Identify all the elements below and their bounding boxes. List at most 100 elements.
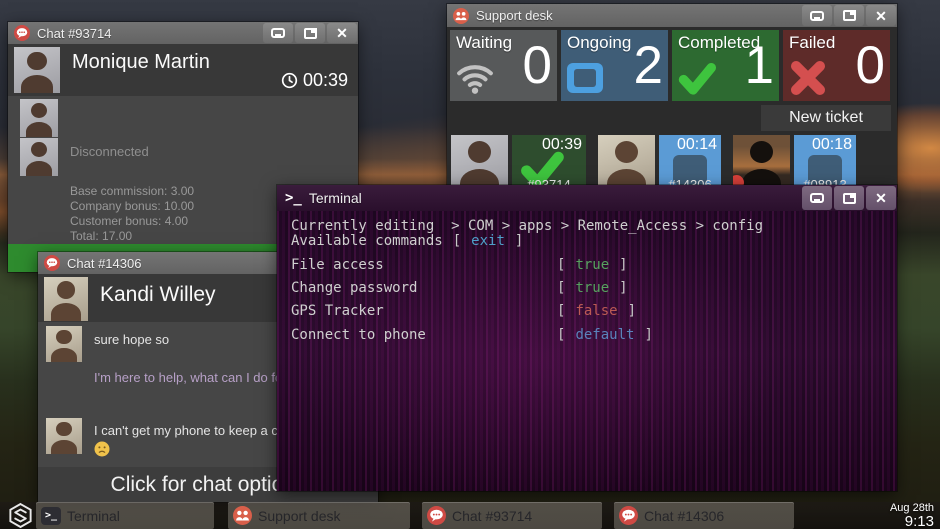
minimize-icon [271,28,285,38]
setting-name: File access [291,257,384,273]
terminal-prompt-icon: >_ [285,190,302,206]
chat-93714-titlebar[interactable]: Chat #93714 ✕ [8,22,358,44]
taskbar-item-chat-93714[interactable]: Chat #93714 [422,502,602,529]
popout-icon [842,192,856,204]
ticket-14306[interactable]: 00:14 #14306 [598,135,721,192]
stat-completed: Completed 1 [672,30,779,101]
summary-line: Total: 17.00 [70,229,133,243]
commission-summary: Base commission: 3.00 Company bonus: 10.… [70,184,194,244]
taskbar: >_ Terminal Support desk Chat #93714 Cha… [0,502,940,529]
setting-name: GPS Tracker [291,303,384,319]
setting-value: [false] [557,303,636,319]
minimize-button[interactable] [802,5,832,26]
chat-icon [427,506,446,525]
window-support-desk: Support desk ✕ Waiting 0 Ongoing 2 Compl… [446,3,898,197]
bracket: ] [619,280,628,296]
stat-value: 2 [633,36,663,95]
wifi-icon [457,65,493,94]
summary-line: Customer bonus: 4.00 [70,214,189,228]
window-title: Chat #14306 [67,255,142,271]
setting-value-text: false [575,303,618,319]
close-button[interactable]: ✕ [327,23,357,43]
commands-label: Available commands [291,233,443,249]
stat-value: 0 [855,36,885,95]
chat-icon [14,25,30,41]
stat-value: 0 [522,36,552,95]
clock-icon [281,72,298,89]
status-message: Disconnected [70,144,149,159]
popout-button[interactable] [295,23,325,43]
minimize-button[interactable] [802,186,832,210]
window-title: Chat #93714 [37,25,112,41]
bracket: ] [627,303,637,319]
window-terminal: >_ Terminal ✕ Currently editing > COM > … [276,184,898,492]
ticket-status-tile: 00:18 #08913 [794,135,856,192]
ticket-93714[interactable]: 00:39 #93714 [451,135,586,192]
sad-emoji-icon [94,441,110,457]
setting-value-text: default [575,327,635,343]
new-ticket-button[interactable]: New ticket [761,105,891,131]
support-desk-icon [453,7,469,24]
setting-value-text: true [575,257,610,273]
setting-name: Change password [291,280,418,296]
ticket-stats: Waiting 0 Ongoing 2 Completed 1 Failed 0 [450,30,890,101]
ticket-avatar [451,135,508,192]
popout-button[interactable] [834,5,864,26]
ticket-avatar [733,135,790,192]
popout-icon [842,10,856,21]
ticket-timer: 00:18 [811,136,852,153]
desktop: Chat #93714 ✕ Monique Martin 00:39 Disco… [0,0,940,529]
stat-waiting: Waiting 0 [450,30,557,101]
stat-ongoing: Ongoing 2 [561,30,668,101]
support-desk-titlebar[interactable]: Support desk ✕ [447,4,897,27]
close-button[interactable]: ✕ [866,5,896,26]
ticket-08913[interactable]: 00:18 #08913 [733,135,856,192]
close-icon: ✕ [336,25,348,41]
setting-value-text: true [575,280,610,296]
message-avatar [20,99,58,137]
customer-name: Monique Martin [72,51,210,73]
summary-line: Company bonus: 10.00 [70,199,195,213]
window-controls: ✕ [799,4,897,27]
popout-button[interactable] [834,186,864,210]
bracket: ] [514,233,524,249]
taskbar-clock: Aug 28th 9:13 [890,503,934,529]
close-button[interactable]: ✕ [866,186,896,210]
stat-label: Ongoing [567,33,632,52]
bracket: ] [619,257,628,273]
taskbar-item-label: Chat #14306 [644,507,725,524]
ticket-status-tile: 00:39 #93714 [512,135,586,192]
taskbar-item-label: Terminal [67,507,120,524]
customer-avatar [44,277,88,321]
window-controls: ✕ [799,185,897,211]
window-controls: ✕ [260,22,358,44]
setting-value: [true] [557,257,628,273]
message-avatar [46,418,82,454]
taskbar-item-terminal[interactable]: >_ Terminal [36,502,214,529]
summary-line: Base commission: 3.00 [70,184,195,198]
stat-label: Waiting [456,33,513,52]
minimize-icon [810,10,824,21]
terminal-titlebar[interactable]: >_ Terminal ✕ [277,185,897,211]
customer-name: Kandi Willey [100,283,216,306]
popout-icon [303,27,317,39]
setting-value: [true] [557,280,628,296]
minimize-button[interactable] [263,23,293,43]
cross-icon [790,60,826,96]
support-desk-icon [233,506,252,525]
taskbar-logo[interactable] [7,502,34,529]
chat-icon [619,506,638,525]
taskbar-item-chat-14306[interactable]: Chat #14306 [614,502,794,529]
close-icon: ✕ [875,7,887,24]
chat-customer-header: Monique Martin 00:39 [8,44,358,96]
message-avatar [20,138,58,176]
close-icon: ✕ [875,190,887,206]
taskbar-item-support-desk[interactable]: Support desk [228,502,410,529]
message-avatar [46,326,82,362]
ticket-timer: 00:14 [676,136,717,153]
ongoing-icon [567,60,605,96]
stat-value: 1 [744,36,774,95]
stat-failed: Failed 0 [783,30,890,101]
minimize-icon [810,193,824,203]
stat-label: Failed [789,33,836,52]
